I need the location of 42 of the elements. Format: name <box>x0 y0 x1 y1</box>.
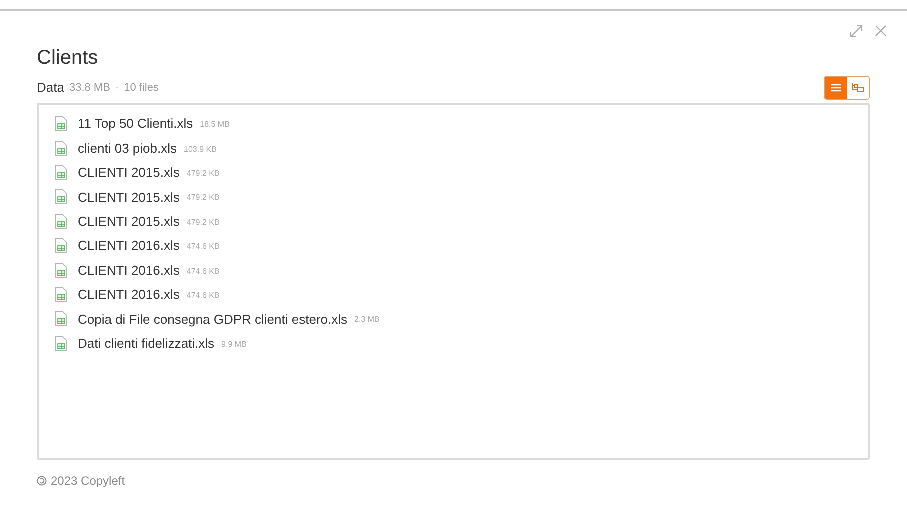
file-name[interactable]: CLIENTI 2016.xls <box>78 236 180 256</box>
file-name[interactable]: Dati clienti fidelizzati.xls <box>78 334 215 354</box>
spreadsheet-file-icon <box>55 140 68 157</box>
file-name[interactable]: 11 Top 50 Clienti.xls <box>78 114 194 134</box>
file-size: 474.6 KB <box>186 290 220 302</box>
file-size: 474.6 KB <box>186 266 220 278</box>
file-size: 18.5 MB <box>200 119 230 132</box>
spreadsheet-file-icon <box>55 116 68 132</box>
file-size: 9.9 MB <box>222 338 247 351</box>
file-size: 479.2 KB <box>186 216 220 229</box>
expand-icon[interactable] <box>850 25 863 38</box>
data-size: 33.8 MB <box>69 80 110 96</box>
spreadsheet-file-icon <box>55 311 68 328</box>
file-size: 479.2 KB <box>186 168 220 180</box>
file-name[interactable]: clienti 03 piob.xls <box>78 138 177 158</box>
file-name[interactable]: CLIENTI 2015.xls <box>78 212 180 232</box>
spreadsheet-file-icon <box>55 286 68 303</box>
list-icon <box>831 84 841 92</box>
file-size: 103.9 KB <box>184 144 217 156</box>
file-size: 474.6 KB <box>186 241 220 254</box>
tree-icon <box>852 83 864 93</box>
file-size: 479.2 KB <box>186 192 220 204</box>
file-count: 10 files <box>124 80 159 96</box>
file-name[interactable]: CLIENTI 2016.xls <box>78 260 180 280</box>
spreadsheet-file-icon <box>55 164 68 181</box>
spreadsheet-file-icon <box>55 214 68 230</box>
data-label: Data <box>37 79 64 98</box>
close-icon[interactable] <box>875 25 887 37</box>
file-name[interactable]: CLIENTI 2015.xls <box>78 188 180 208</box>
file-size: 2.3 MB <box>354 314 380 326</box>
spreadsheet-file-icon <box>55 238 68 254</box>
dialog-title: Clients <box>37 46 98 70</box>
separator-dot: · <box>115 80 120 96</box>
spreadsheet-file-icon <box>55 262 68 279</box>
file-name[interactable]: CLIENTI 2015.xls <box>78 163 180 183</box>
copyleft-icon <box>37 476 47 486</box>
spreadsheet-file-icon <box>55 336 68 352</box>
file-name[interactable]: CLIENTI 2016.xls <box>78 285 180 305</box>
spreadsheet-file-icon <box>55 189 68 206</box>
list-view-button[interactable] <box>825 77 847 99</box>
file-name[interactable]: Copia di File consegna GDPR clienti estero.xls <box>78 310 348 330</box>
copyright-text: 2023 Copyleft <box>51 473 126 490</box>
